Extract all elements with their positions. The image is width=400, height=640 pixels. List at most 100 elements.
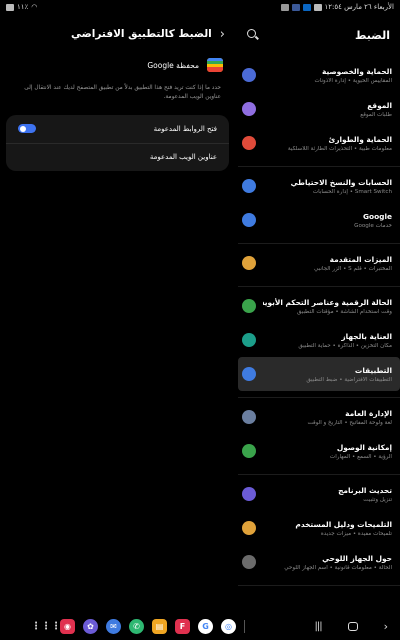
settings-group: الحالة الرقمية وعناصر التحكم الأبوية وقت … [238,287,400,398]
settings-group: تحديث البرنامج تنزيل وتثبيت التلميحات ودلي… [238,475,400,586]
settings-item-title: التطبيقات [354,365,392,375]
search-icon[interactable] [246,28,260,42]
general-management-icon [242,410,256,424]
chrome-app-icon[interactable]: ◎ [221,618,236,634]
settings-item-text: الموقع طلبات الموقع [263,101,392,118]
notification-icon [313,3,322,11]
settings-item-subtitle: المختبرات • قلم S • الزر الجانبي [313,265,392,272]
settings-title: الضبط [354,28,390,42]
flipboard-app-icon[interactable]: F [175,618,190,634]
back-button[interactable]: › [384,620,388,633]
settings-item[interactable]: الميزات المتقدمة المختبرات • قلم S • الزر… [238,246,400,280]
open-links-label: فتح الروابط المدعومة [153,124,217,133]
status-left: ١١٪ ◠ [6,3,37,11]
settings-item-text: الحماية والطوارئ معلومات طبية • التحذيرات… [263,135,392,152]
status-right: الأربعاء ٢٦ مارس ١٢:٥٤ [280,3,395,11]
taskbar: ⋮⋮⋮ ◉ ✿ ✉ ✆ ▤ F G ◎ ||| › [0,612,400,640]
settings-item-text: الميزات المتقدمة المختبرات • قلم S • الزر… [263,255,392,272]
shield-icon [242,68,256,82]
settings-item-text: الحالة الرقمية وعناصر التحكم الأبوية وقت … [263,298,392,315]
settings-item-subtitle: المقاييس الحيوية • إدارة الأذونات [314,77,392,84]
settings-item-title: حول الجهاز اللوحي [322,553,392,563]
navigation-bar: ||| › [314,620,388,633]
taskbar-apps: ⋮⋮⋮ ◉ ✿ ✉ ✆ ▤ F G ◎ [31,618,245,634]
settings-item-text: الحماية والخصوصية المقاييس الحيوية • إدار… [263,67,392,84]
app-name: محفظة Google [147,60,199,70]
settings-item-subtitle: معلومات طبية • التحذيرات الطارئة اللاسلك… [287,145,392,152]
settings-item[interactable]: حول الجهاز اللوحي الحالة • معلومات قانوني… [238,545,400,579]
advanced-features-icon [242,256,256,270]
settings-item-title: الحماية والطوارئ [328,134,393,144]
phone-app-icon[interactable]: ✆ [129,618,144,634]
settings-item-title: التلميحات ودليل المستخدم [295,519,392,529]
settings-panel: الضبط الحماية والخصوصية المقاييس الحيوية … [238,14,400,616]
google-app-icon[interactable]: G [198,618,213,634]
settings-list: الحماية والخصوصية المقاييس الحيوية • إدار… [238,56,400,586]
apps-drawer-icon[interactable]: ⋮⋮⋮ [31,619,61,634]
settings-item[interactable]: التلميحات ودليل المستخدم تلميحات مفيدة • … [238,511,400,545]
settings-item-subtitle: الرؤية • السمع • المهارات [329,453,392,460]
settings-item-title: تحديث البرنامج [338,485,392,495]
settings-item-text: الحسابات والنسخ الاحتياطي Smart Switch • … [263,178,392,195]
settings-item-subtitle: التطبيقات الافتراضية • ضبط التطبيق [306,376,392,383]
page-title: الضبط كالتطبيق الافتراضي [71,28,212,40]
settings-item[interactable]: الحماية والطوارئ معلومات طبية • التحذيرات… [238,126,400,160]
settings-item[interactable]: إمكانية الوصول الرؤية • السمع • المهارات [238,434,400,468]
settings-group: الميزات المتقدمة المختبرات • قلم S • الزر… [238,244,400,287]
recents-button[interactable]: ||| [314,621,322,632]
settings-item[interactable]: التطبيقات التطبيقات الافتراضية • ضبط التط… [238,357,400,391]
settings-item-title: الحالة الرقمية وعناصر التحكم الأبوية [263,297,392,307]
status-bar: ١١٪ ◠ الأربعاء ٢٦ مارس ١٢:٥٤ [0,0,400,14]
settings-item[interactable]: تحديث البرنامج تنزيل وتثبيت [238,477,400,511]
open-links-toggle[interactable] [18,124,36,134]
settings-item[interactable]: Google خدمات Google [238,203,400,237]
settings-item-text: تحديث البرنامج تنزيل وتثبيت [263,486,392,503]
settings-item-title: الحماية والخصوصية [322,66,392,76]
settings-item-text: حول الجهاز اللوحي الحالة • معلومات قانوني… [263,554,392,571]
settings-group: الحسابات والنسخ الاحتياطي Smart Switch • … [238,167,400,244]
settings-item-title: الإدارة العامة [345,408,392,418]
clock-date: الأربعاء ٢٦ مارس ١٢:٥٤ [324,3,395,11]
home-button[interactable] [347,621,358,631]
settings-item-title: Google [362,211,392,221]
settings-item[interactable]: العناية بالجهاز مكان التخزين • الذاكرة • … [238,323,400,357]
settings-item-subtitle: طلبات الموقع [360,111,392,118]
tips-icon [242,521,256,535]
google-wallet-icon [207,58,223,72]
settings-group: الإدارة العامة لغة ولوحة المفاتيح • التار… [238,398,400,475]
settings-item[interactable]: الحالة الرقمية وعناصر التحكم الأبوية وقت … [238,289,400,323]
battery-text: ١١٪ [17,3,29,11]
description-text: حدد ما إذا كنت تريد فتح هذا التطبيق بدلا… [24,85,221,101]
supported-urls-row[interactable]: عناوين الويب المدعومة [6,142,229,171]
about-icon [242,555,256,569]
supported-urls-label: عناوين الويب المدعومة [149,153,217,162]
settings-item-title: العناية بالجهاز [341,331,392,341]
notification-icon [280,3,289,11]
settings-item[interactable]: الموقع طلبات الموقع [238,92,400,126]
apps-icon [242,367,256,381]
notes-app-icon[interactable]: ▤ [152,618,167,634]
default-app-panel: ‹ الضبط كالتطبيق الافتراضي محفظة Google … [0,14,235,171]
settings-item-title: الميزات المتقدمة [329,254,392,264]
settings-item-subtitle: Smart Switch • إدارة الحسابات [312,188,392,195]
settings-item-text: الإدارة العامة لغة ولوحة المفاتيح • التار… [263,409,392,426]
facebook-icon [291,3,300,11]
settings-item[interactable]: الحسابات والنسخ الاحتياطي Smart Switch • … [238,169,400,203]
settings-header: الضبط [238,14,400,56]
sync-icon [242,179,256,193]
camera-app-icon[interactable]: ◉ [60,618,75,634]
settings-item[interactable]: الإدارة العامة لغة ولوحة المفاتيح • التار… [238,400,400,434]
open-links-row[interactable]: فتح الروابط المدعومة [6,115,229,143]
back-icon[interactable]: ‹ [220,28,225,41]
settings-item[interactable]: الحماية والخصوصية المقاييس الحيوية • إدار… [238,58,400,92]
messages-app-icon[interactable]: ✉ [106,618,121,634]
location-icon [242,102,256,116]
taskbar-separator [244,619,245,633]
gallery-app-icon[interactable]: ✿ [83,618,98,634]
default-app-header: ‹ الضبط كالتطبيق الافتراضي [0,14,235,54]
links-card: فتح الروابط المدعومة عناوين الويب المدعو… [6,114,229,171]
settings-item-title: الموقع [367,100,392,110]
digital-wellbeing-icon [242,299,256,313]
device-care-icon [242,333,256,347]
settings-item-text: التطبيقات التطبيقات الافتراضية • ضبط التط… [263,366,392,383]
